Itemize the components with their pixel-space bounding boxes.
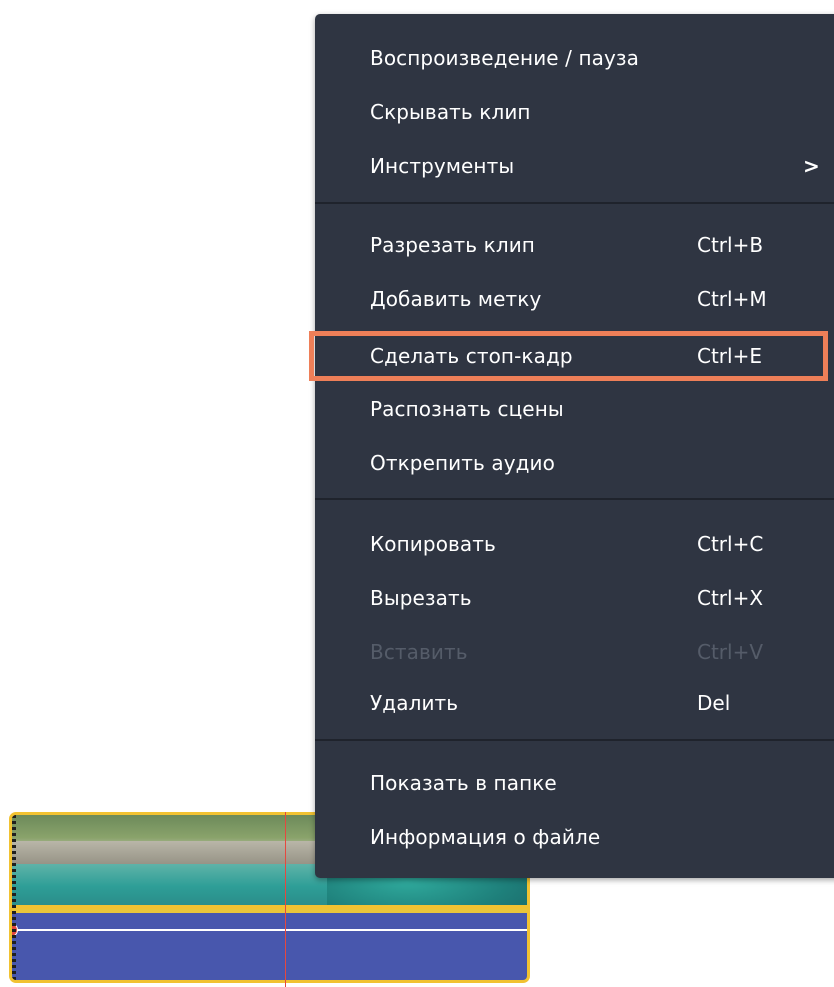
audio-track[interactable] — [12, 913, 527, 980]
menu-item-add-marker[interactable]: Добавить метку Ctrl+M — [315, 272, 834, 326]
menu-item-hide-clip[interactable]: Скрывать клип — [315, 85, 834, 139]
context-menu: Воспроизведение / пауза Скрывать клип Ин… — [309, 14, 834, 878]
menu-item-label: Скрывать клип — [370, 100, 531, 124]
menu-item-copy[interactable]: Копировать Ctrl+C — [315, 517, 834, 571]
menu-separator — [315, 739, 834, 741]
menu-item-shortcut: Ctrl+E — [697, 344, 762, 368]
menu-item-label: Удалить — [370, 691, 459, 715]
menu-item-label: Добавить метку — [370, 287, 542, 311]
menu-item-label: Вырезать — [370, 586, 472, 610]
menu-item-detach-audio[interactable]: Открепить аудио — [315, 436, 834, 490]
menu-item-shortcut: Ctrl+M — [697, 287, 767, 311]
volume-line[interactable] — [12, 929, 527, 931]
menu-separator — [315, 202, 834, 204]
menu-item-detect-scenes[interactable]: Распознать сцены — [315, 382, 834, 436]
menu-item-label: Вставить — [370, 640, 468, 664]
clip-trim-handle[interactable] — [12, 815, 16, 980]
menu-item-label: Информация о файле — [370, 825, 601, 849]
menu-item-tools[interactable]: Инструменты > — [315, 139, 834, 193]
menu-item-label: Разрезать клип — [370, 233, 535, 257]
menu-item-freeze-frame[interactable]: Сделать стоп-кадр Ctrl+E — [309, 331, 828, 381]
playhead-line[interactable] — [285, 812, 286, 987]
video-thumbnail — [167, 815, 327, 909]
menu-item-file-info[interactable]: Информация о файле — [315, 810, 834, 864]
menu-item-shortcut: Ctrl+B — [697, 233, 764, 257]
menu-item-delete[interactable]: Удалить Del — [315, 676, 834, 730]
video-thumbnail — [12, 815, 167, 909]
menu-item-label: Распознать сцены — [370, 397, 564, 421]
menu-item-label: Инструменты — [370, 154, 515, 178]
menu-item-shortcut: Ctrl+C — [697, 532, 764, 556]
chevron-right-icon: > — [803, 154, 820, 178]
menu-item-label: Показать в папке — [370, 771, 557, 795]
menu-separator — [315, 498, 834, 500]
menu-item-label: Открепить аудио — [370, 451, 555, 475]
menu-item-shortcut: Ctrl+V — [697, 640, 764, 664]
menu-item-cut[interactable]: Вырезать Ctrl+X — [315, 571, 834, 625]
menu-item-shortcut: Del — [697, 691, 731, 715]
menu-item-label: Сделать стоп-кадр — [370, 344, 573, 368]
menu-item-label: Копировать — [370, 532, 496, 556]
menu-item-paste: Вставить Ctrl+V — [315, 625, 834, 679]
menu-item-split-clip[interactable]: Разрезать клип Ctrl+B — [315, 218, 834, 272]
menu-item-play-pause[interactable]: Воспроизведение / пауза — [315, 31, 834, 85]
menu-item-show-in-folder[interactable]: Показать в папке — [315, 756, 834, 810]
menu-item-label: Воспроизведение / пауза — [370, 46, 640, 70]
menu-item-shortcut: Ctrl+X — [697, 586, 764, 610]
